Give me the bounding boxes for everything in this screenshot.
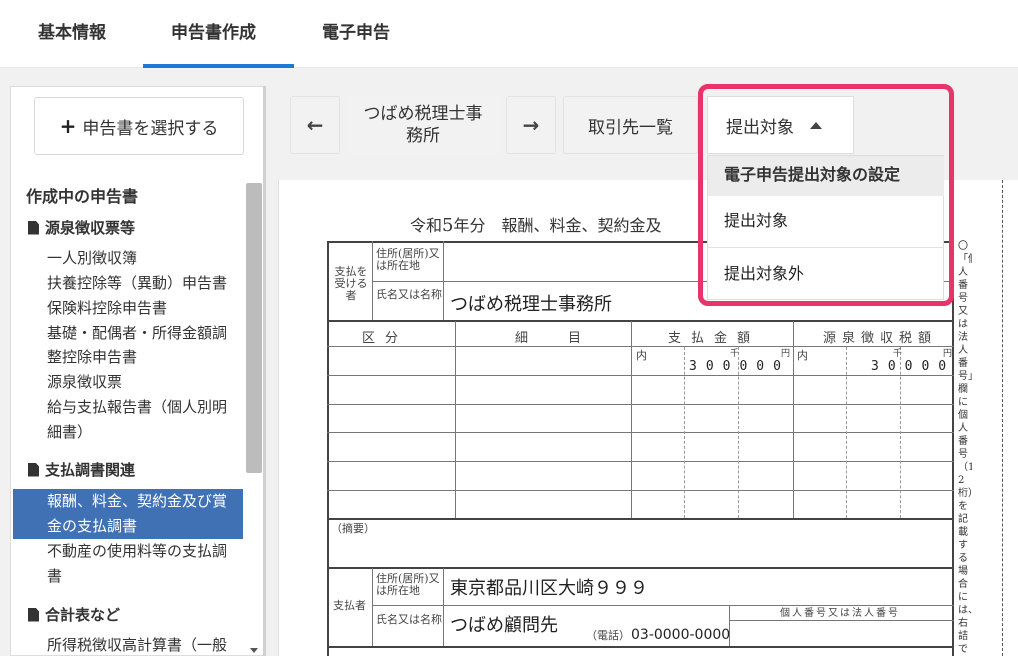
side-note: 〇「個人番号又は法人番号」欄に個人番号（12桁）を記載する場合には、右詰で記載し…	[958, 241, 972, 655]
document-icon	[28, 607, 39, 622]
withholding-tax-amount[interactable]: 30000	[871, 359, 955, 374]
top-navigation: 基本情報 申告書作成 電子申告	[0, 0, 1018, 68]
tab-basic-info[interactable]: 基本情報	[38, 18, 106, 48]
form-line	[372, 605, 954, 606]
sidebar-item[interactable]: 保険料控除申告書	[47, 296, 247, 321]
sidebar-item[interactable]: 書	[47, 564, 247, 589]
sidebar-section-title: 作成中の申告書	[26, 187, 139, 206]
sidebar-item[interactable]: 扶養控除等（異動）申告書	[47, 271, 247, 296]
sidebar-item[interactable]: 源泉徴収票	[47, 370, 247, 395]
form-line	[327, 346, 954, 347]
form-line	[327, 404, 954, 405]
payer-phone[interactable]: 03-0000-0000	[631, 627, 730, 643]
document-icon	[28, 220, 39, 235]
form-line	[443, 568, 444, 648]
sidebar-item-active[interactable]: 金の支払調書	[13, 514, 243, 539]
payer-label: 支払者	[333, 599, 366, 612]
sidebar-group-withholding[interactable]: 源泉徴収票等	[28, 217, 135, 238]
form-line	[327, 646, 954, 648]
sidebar-item-active[interactable]: 報酬、料金、契約金及び賞	[13, 489, 243, 514]
form-line	[729, 606, 730, 646]
active-tab-indicator	[143, 64, 294, 68]
recipient-name[interactable]: つばめ税理士事務所	[450, 290, 612, 316]
sidebar-item[interactable]: 一人別徴収簿	[47, 246, 247, 271]
form-line	[327, 461, 954, 462]
mynumber-label: 個人番号又は法人番号	[780, 608, 900, 619]
address-label: 住所(居所)又は所在地	[376, 247, 440, 272]
sidebar-item[interactable]: 基礎・配偶者・所得金額調	[47, 321, 247, 346]
sidebar-group-payment-records[interactable]: 支払調書関連	[28, 459, 135, 480]
name-label: 氏名又は名称	[376, 288, 442, 301]
scroll-down-icon[interactable]	[250, 648, 258, 653]
form-line	[327, 490, 954, 491]
unit-uchi: 内	[797, 349, 808, 362]
form-line	[684, 347, 685, 518]
arrow-right-icon: →	[522, 113, 540, 137]
col-saimoku: 細目	[515, 331, 622, 346]
sidebar-item[interactable]: 所得税徴収高計算書（一般	[47, 633, 247, 656]
sidebar: + 申告書を選択する 作成中の申告書 源泉徴収票等 一人別徴収簿 扶養控除等（異…	[10, 86, 263, 656]
payer-name[interactable]: つばめ顧問先	[450, 611, 558, 637]
select-form-label: 申告書を選択する	[82, 118, 219, 139]
payment-amount[interactable]: 300000	[689, 359, 790, 374]
recipient-label: 支払を受ける者	[334, 265, 368, 302]
tab-form-creation[interactable]: 申告書作成	[171, 18, 256, 48]
col-amount: 支払金額	[668, 331, 761, 346]
form-line	[846, 347, 847, 518]
highlight-annotation	[698, 84, 954, 306]
panel-divider[interactable]	[263, 86, 266, 656]
form-line	[327, 432, 954, 433]
sidebar-group-summary[interactable]: 合計表など	[28, 604, 120, 625]
form-line	[327, 375, 954, 376]
sidebar-item[interactable]: 細書）	[47, 420, 247, 445]
document-icon	[28, 462, 39, 477]
form-line	[372, 568, 373, 648]
next-client-button[interactable]: →	[506, 96, 556, 154]
form-title: 令和5年分 報酬、料金、契約金及	[410, 215, 662, 236]
sidebar-scrollbar[interactable]	[246, 183, 262, 473]
form-line	[327, 567, 954, 569]
current-client-label: つばめ税理士事 務所	[346, 96, 500, 154]
arrow-left-icon: ←	[306, 113, 324, 137]
payer-name-label: 氏名又は名称	[376, 613, 442, 626]
plus-icon: +	[59, 114, 77, 138]
memo-label: （摘要）	[331, 522, 375, 535]
payer-address-label: 住所(居所)又は所在地	[376, 572, 440, 597]
payer-address[interactable]: 東京都品川区大崎９９９	[450, 574, 648, 600]
client-list-button[interactable]: 取引先一覧	[563, 96, 698, 154]
tab-e-filing[interactable]: 電子申告	[322, 18, 390, 48]
phone-label: （電話）	[586, 629, 630, 642]
col-kubun: 区分	[362, 331, 409, 346]
sidebar-item[interactable]: 不動産の使用料等の支払調	[47, 539, 247, 564]
form-line	[729, 620, 954, 621]
sidebar-item[interactable]: 給与支払報告書（個人別明	[47, 395, 247, 420]
page-edge-dashes	[1002, 180, 1003, 656]
col-tax: 源泉徴収税額	[823, 331, 938, 346]
sidebar-item[interactable]: 整控除申告書	[47, 345, 247, 370]
form-line	[327, 518, 954, 520]
select-form-button[interactable]: + 申告書を選択する	[34, 97, 244, 155]
unit-uchi: 内	[636, 349, 647, 362]
form-line	[327, 320, 954, 322]
prev-client-button[interactable]: ←	[290, 96, 340, 154]
